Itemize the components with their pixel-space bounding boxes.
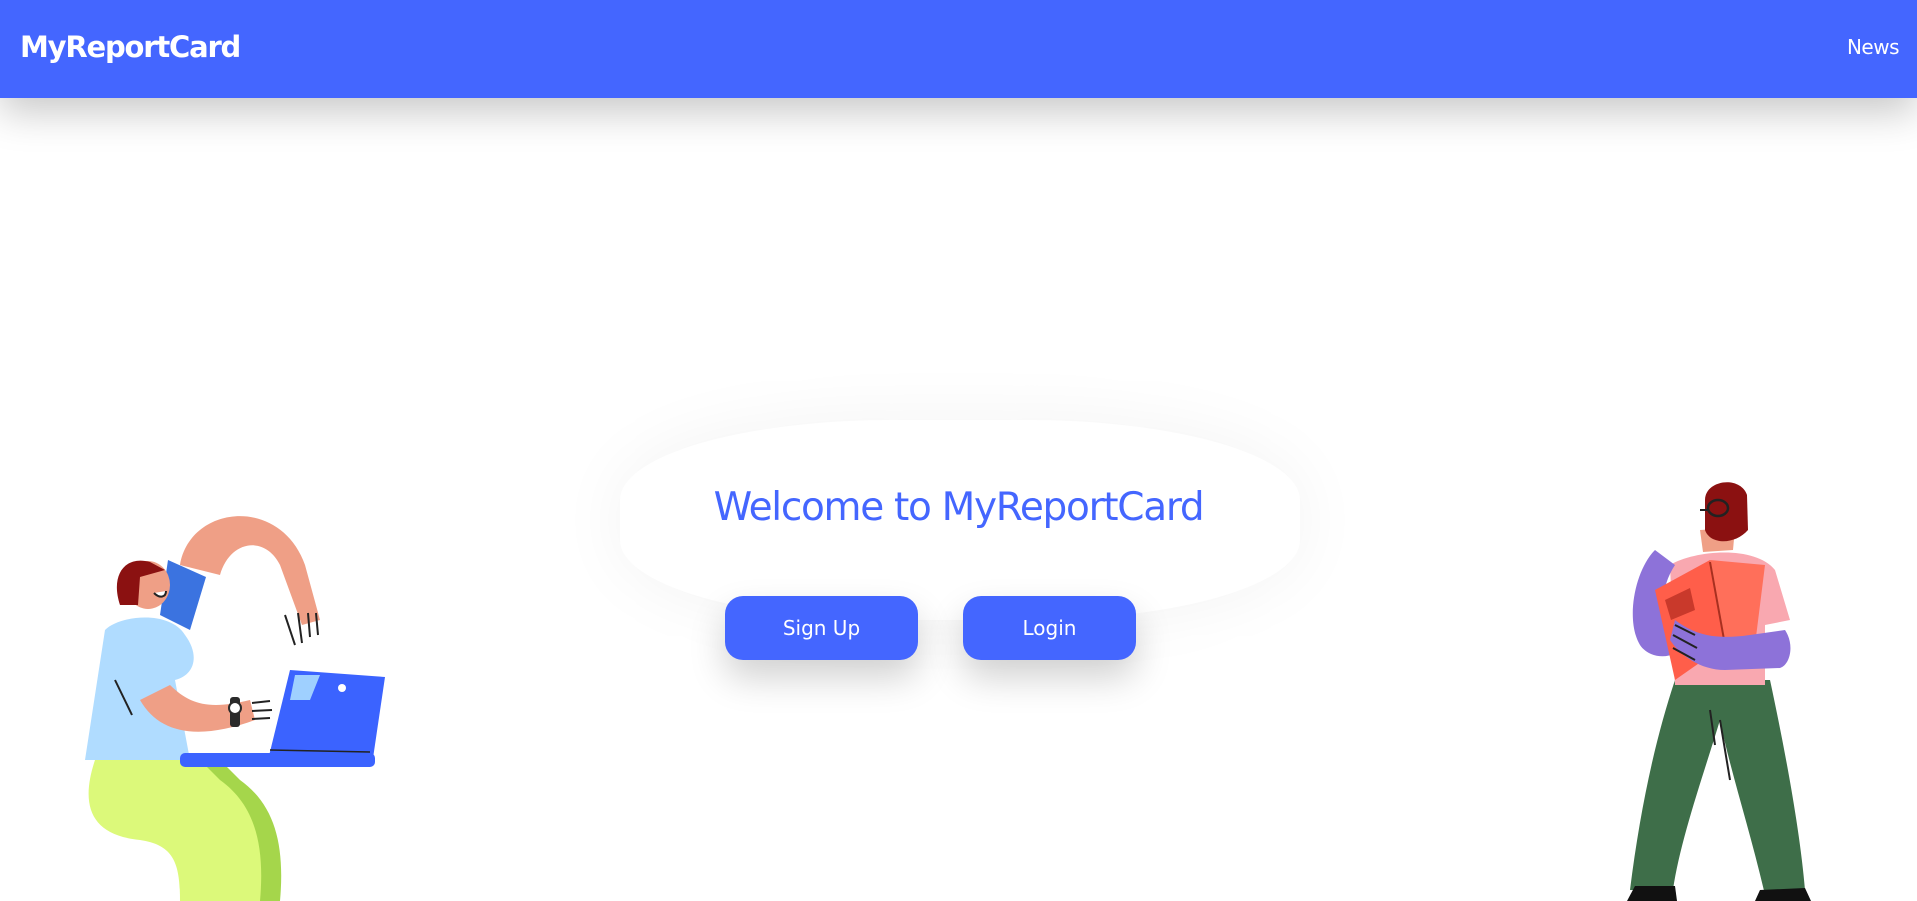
top-navbar: MyReportCard News [0, 0, 1917, 98]
person-with-laptop-illustration [85, 516, 385, 901]
login-button[interactable]: Login [963, 596, 1136, 660]
nav-link-news[interactable]: News [1847, 35, 1900, 59]
signup-button[interactable]: Sign Up [725, 596, 918, 660]
person-reading-book-illustration [1627, 482, 1811, 901]
brand-logo[interactable]: MyReportCard [20, 30, 241, 64]
